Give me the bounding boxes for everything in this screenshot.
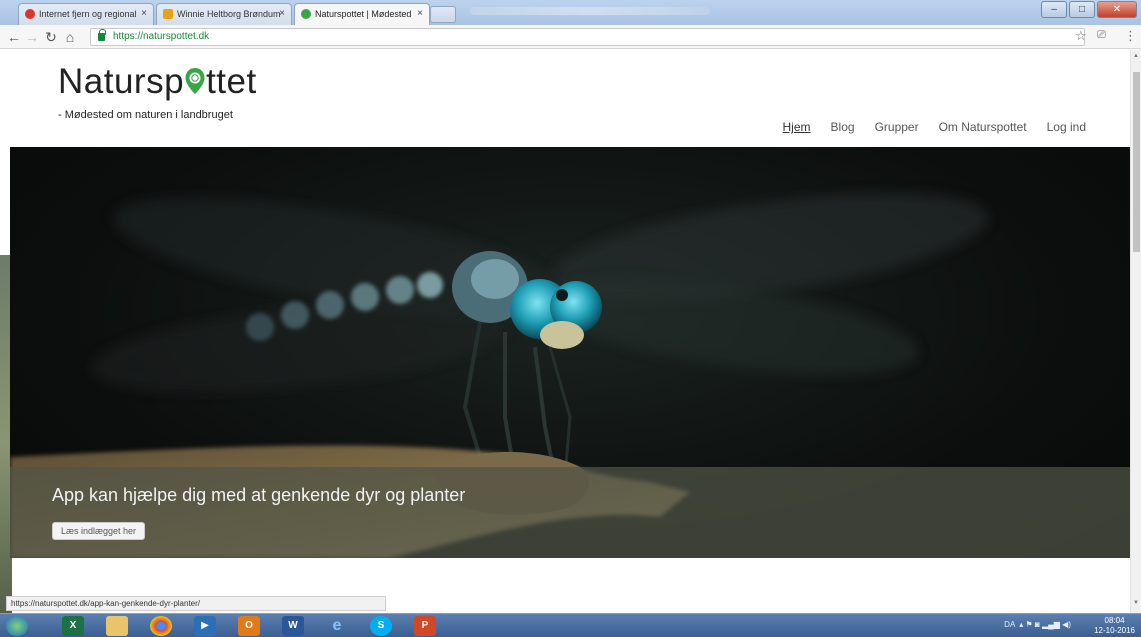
status-bar-url: https://naturspottet.dk/app-kan-genkende…	[6, 596, 386, 611]
skype-icon[interactable]: S	[370, 616, 392, 636]
page-scrollbar[interactable]: ▲ ▼	[1130, 50, 1141, 613]
maximize-button[interactable]: □	[1069, 1, 1095, 18]
new-tab-button[interactable]	[430, 6, 456, 23]
tab-title: Naturspottet | Mødested	[315, 9, 412, 19]
scrollbar-thumb[interactable]	[1133, 72, 1140, 252]
main-nav: Hjem Blog Grupper Om Naturspottet Log in…	[783, 120, 1086, 134]
explorer-folder-icon[interactable]	[106, 616, 128, 636]
nav-log-ind[interactable]: Log ind	[1047, 120, 1086, 134]
tab-bar: Internet fjern og regional × Winnie Helt…	[0, 0, 1141, 25]
lock-icon	[98, 29, 106, 41]
hero-caption: App kan hjælpe dig med at genkende dyr o…	[52, 485, 466, 505]
outlook-icon[interactable]: O	[238, 616, 260, 636]
close-tab-icon[interactable]: ×	[141, 4, 147, 24]
clock-date: 12-10-2016	[1094, 626, 1135, 635]
site-logo[interactable]: Natursp ttet	[58, 62, 257, 102]
close-tab-icon[interactable]: ×	[279, 4, 285, 24]
minimize-button[interactable]: –	[1041, 1, 1067, 18]
scroll-down-icon[interactable]: ▼	[1133, 600, 1139, 606]
logo-text-end: ttet	[206, 62, 257, 101]
menu-icon[interactable]: ⋮	[1124, 28, 1137, 44]
reload-icon[interactable]: ↻	[43, 28, 59, 46]
read-more-button[interactable]: Læs indlægget her	[52, 522, 146, 540]
clock-time: 08:04	[1104, 616, 1125, 625]
nav-grupper[interactable]: Grupper	[875, 120, 919, 134]
language-indicator[interactable]: DA	[1004, 620, 1015, 629]
url-input[interactable]: https://naturspottet.dk	[90, 28, 1085, 46]
nav-hjem[interactable]: Hjem	[783, 120, 811, 134]
close-window-button[interactable]: ✕	[1097, 1, 1137, 18]
cast-icon[interactable]: ⎚	[1097, 29, 1106, 42]
system-clock[interactable]: 08:04 12-10-2016	[1094, 616, 1135, 636]
window-title-blur	[470, 7, 710, 15]
start-button[interactable]	[6, 616, 28, 636]
close-tab-icon[interactable]: ×	[417, 4, 423, 24]
section-heading-partial	[470, 600, 474, 610]
tab-naturspottet[interactable]: Naturspottet | Mødested ×	[294, 3, 430, 25]
system-tray: DA ▴ ⚑ ◙ ▂▄▆ ◀)	[1004, 620, 1071, 629]
chrome-icon[interactable]	[150, 616, 172, 636]
caption-overlay	[10, 467, 1130, 558]
home-icon[interactable]: ⌂	[62, 28, 78, 46]
back-arrow-icon[interactable]: ←	[6, 28, 22, 46]
forward-arrow-icon[interactable]: →	[24, 28, 40, 46]
tab-favicon-icon	[301, 9, 311, 19]
address-toolbar: ← → ↻ ⌂ https://naturspottet.dk ☆ ⎚ ⋮	[0, 25, 1141, 49]
bookmark-star-icon[interactable]: ☆	[1075, 28, 1087, 44]
web-page: Natursp ttet - Mødested om naturen i land…	[0, 50, 1130, 613]
nav-om-naturspottet[interactable]: Om Naturspottet	[939, 120, 1027, 134]
tab-title: Internet fjern og regional	[39, 9, 137, 19]
site-tagline: - Mødested om naturen i landbruget	[58, 109, 233, 121]
tab-title: Winnie Heltborg Brøndum	[177, 9, 281, 19]
tab-internet[interactable]: Internet fjern og regional ×	[18, 3, 154, 25]
map-pin-icon	[184, 64, 206, 94]
url-text: https://naturspottet.dk	[113, 31, 210, 42]
tab-favicon-icon	[25, 9, 35, 19]
internet-explorer-icon[interactable]: e	[326, 616, 348, 636]
scroll-up-icon[interactable]: ▲	[1133, 53, 1139, 59]
media-player-icon[interactable]: ▶	[194, 616, 216, 636]
tab-favicon-icon	[163, 9, 173, 19]
tab-winnie[interactable]: Winnie Heltborg Brøndum ×	[156, 3, 292, 25]
excel-icon[interactable]: X	[62, 616, 84, 636]
logo-text-start: Natursp	[58, 62, 185, 101]
word-icon[interactable]: W	[282, 616, 304, 636]
powerpoint-icon[interactable]: P	[414, 616, 436, 636]
windows-taskbar: X ▶ O W e S P DA ▴ ⚑ ◙ ▂▄▆ ◀) 08:04 12-1…	[0, 613, 1141, 637]
hero-slider[interactable]: App kan hjælpe dig med at genkende dyr o…	[10, 147, 1130, 558]
nav-blog[interactable]: Blog	[831, 120, 855, 134]
